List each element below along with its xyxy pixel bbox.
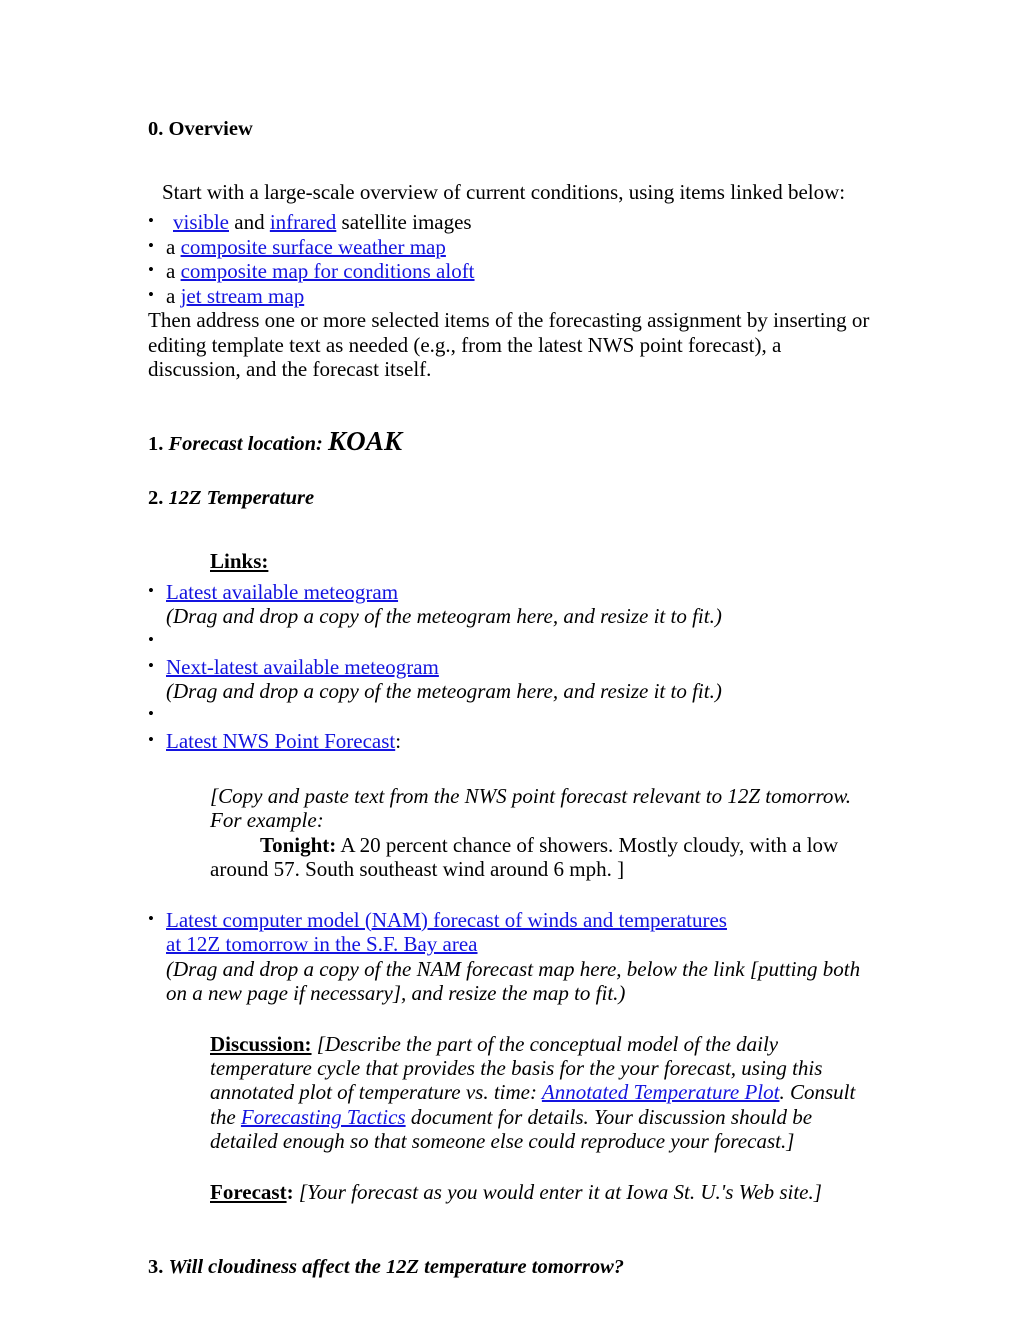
temperature-links-list: Latest available meteogram (Drag and dro… (148, 579, 872, 754)
copy-paste-line-1: [Copy and paste text from the NWS point … (210, 783, 852, 808)
heading-3-number: 3. (148, 1256, 169, 1279)
list-item: visible and infrared satellite images (148, 209, 872, 235)
link-annotated-temperature-plot[interactable]: Annotated Temperature Plot (542, 1080, 780, 1104)
list-item: Latest computer model (NAM) forecast of … (148, 907, 872, 1006)
list-item: a composite surface weather map (148, 234, 872, 259)
overview-intro-text: Start with a large-scale overview of cur… (162, 179, 846, 204)
heading-forecast-location: 1. Forecast location: KOAK (148, 426, 872, 458)
heading-cloudiness: 3. Will cloudiness affect the 12Z temper… (148, 1256, 872, 1280)
link-next-latest-available-meteogram[interactable]: Next-latest available meteogram (166, 655, 439, 679)
forecast-location-value: KOAK (327, 425, 403, 456)
link-composite-map-conditions-aloft[interactable]: composite map for conditions aloft (181, 259, 475, 283)
nam-link-list: Latest computer model (NAM) forecast of … (148, 907, 872, 1006)
link-latest-nws-point-forecast[interactable]: Latest NWS Point Forecast (166, 729, 395, 753)
bullet-3-prefix: a (166, 283, 181, 308)
discussion-paragraph: Discussion: [Describe the part of the co… (210, 1032, 872, 1154)
links-heading: Links: (210, 549, 269, 574)
link-infrared-satellite[interactable]: infrared (270, 210, 336, 234)
heading-2-number: 2. (148, 487, 169, 510)
forecast-placeholder-text: [Your forecast as you would enter it at … (293, 1179, 822, 1204)
link-composite-surface-weather-map[interactable]: composite surface weather map (181, 235, 446, 259)
link-latest-available-meteogram[interactable]: Latest available meteogram (166, 580, 398, 604)
overview-closing-text: Then address one or more selected items … (148, 308, 870, 382)
link-jet-stream-map[interactable]: jet stream map (181, 284, 305, 308)
bullet-0-suffix: satellite images (336, 210, 472, 235)
overview-link-list: visible and infrared satellite images a … (148, 209, 872, 308)
list-item: Next-latest available meteogram (Drag an… (148, 654, 872, 704)
heading-12z-temperature: 2. 12Z Temperature (148, 487, 872, 511)
meteogram-note-2: (Drag and drop a copy of the meteogram h… (166, 678, 722, 703)
heading-1-number: 1. (148, 432, 169, 455)
copy-paste-line-2: For example: (210, 808, 324, 833)
link-nam-forecast-line2[interactable]: at 12Z tomorrow in the S.F. Bay area (166, 932, 478, 956)
heading-2-label: 12Z Temperature (168, 487, 315, 510)
list-item: a composite map for conditions aloft (148, 258, 872, 284)
bullet-1-prefix: a (166, 234, 181, 259)
copy-paste-block: [Copy and paste text from the NWS point … (210, 784, 872, 882)
link-nam-forecast-line1[interactable]: Latest computer model (NAM) forecast of … (166, 908, 727, 932)
forecast-label: Forecast (210, 1179, 287, 1204)
forecast-colon: : (286, 1179, 294, 1204)
bullet-0-mid: and (229, 210, 270, 235)
spacer-item (148, 702, 872, 729)
link-forecasting-tactics[interactable]: Forecasting Tactics (241, 1105, 406, 1129)
list-item: Latest NWS Point Forecast: (148, 728, 872, 754)
link-visible-satellite[interactable]: visible (173, 210, 229, 234)
document-page: 0. Overview Start with a large-scale ove… (0, 0, 1020, 1320)
tonight-forecast-text: Tonight: A 20 percent chance of showers.… (210, 833, 872, 882)
list-item: a jet stream map (148, 283, 872, 308)
nam-note: (Drag and drop a copy of the NAM forecas… (166, 956, 861, 1006)
meteogram-note-1: (Drag and drop a copy of the meteogram h… (166, 604, 722, 629)
bullet-2-prefix: a (166, 259, 181, 284)
list-item: Latest available meteogram (Drag and dro… (148, 579, 872, 629)
nws-link-trailing-colon: : (395, 729, 402, 754)
forecast-paragraph: Forecast: [Your forecast as you would en… (210, 1180, 872, 1204)
document-body: 0. Overview Start with a large-scale ove… (148, 118, 872, 1280)
heading-overview: 0. Overview (148, 118, 253, 140)
discussion-label: Discussion: (210, 1031, 312, 1056)
tonight-label: Tonight: (260, 832, 337, 857)
spacer-item (148, 628, 872, 655)
heading-1-label: Forecast location: (168, 432, 328, 455)
heading-3-label: Will cloudiness affect the 12Z temperatu… (168, 1256, 625, 1279)
